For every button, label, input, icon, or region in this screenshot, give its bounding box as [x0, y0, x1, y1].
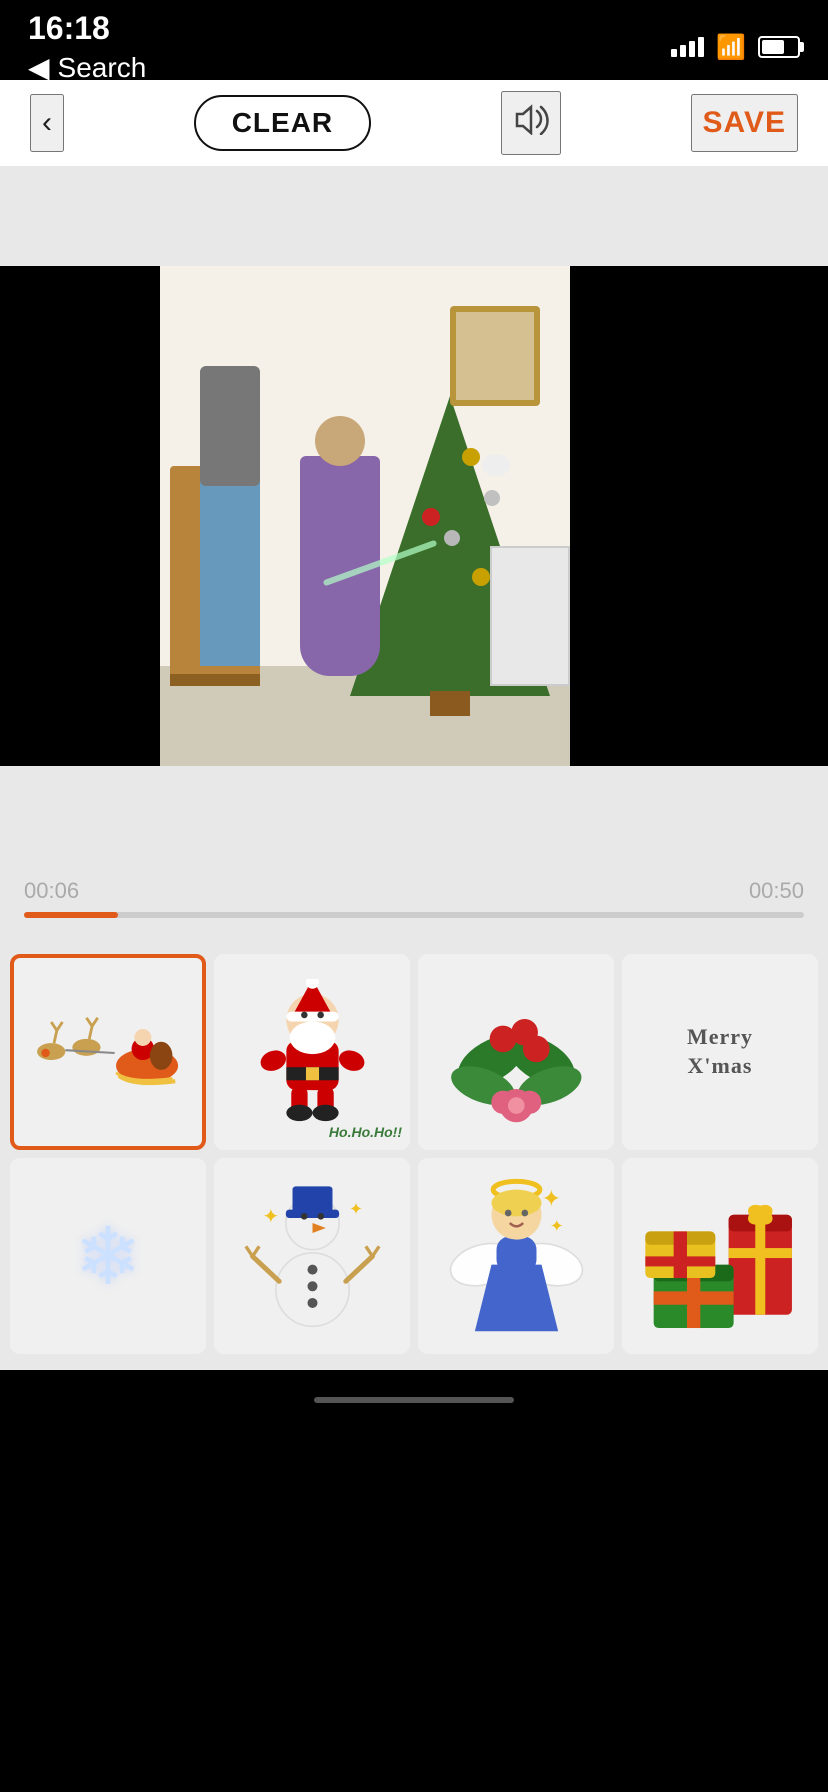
sticker-santa-sled[interactable] [10, 954, 206, 1150]
status-bar: 16:18 ◀ Search 📶 [0, 0, 828, 80]
svg-text:✦: ✦ [549, 1216, 563, 1235]
snowflake-icon: ❄ [74, 1210, 141, 1303]
sticker-snowflake[interactable]: ❄ [10, 1158, 206, 1354]
video-frame [160, 266, 570, 766]
angel-icon: ✦ ✦ [443, 1173, 590, 1340]
back-button[interactable]: ‹ [30, 94, 64, 152]
gifts-icon [637, 1178, 804, 1335]
video-bottom-area [0, 766, 828, 866]
clear-button[interactable]: CLEAR [194, 95, 371, 151]
cabinet [490, 546, 570, 686]
status-icons: 📶 [671, 33, 800, 62]
timeline-progress [24, 912, 118, 918]
bauble1 [462, 448, 480, 466]
bauble2 [484, 490, 500, 506]
status-nav: ◀ Search [28, 51, 146, 84]
bauble5 [422, 508, 440, 526]
timeline-bar[interactable] [24, 912, 804, 918]
wifi-icon: 📶 [716, 33, 746, 62]
svg-text:✦: ✦ [349, 1199, 363, 1218]
santa-hohoho-icon [239, 979, 386, 1126]
holly-icon [433, 969, 600, 1136]
sticker-panel: Ho.Ho.Ho!! [0, 938, 828, 1370]
video-player[interactable] [0, 266, 828, 766]
total-time: 00:50 [749, 878, 804, 904]
home-indicator [314, 1397, 514, 1403]
sticker-grid: Ho.Ho.Ho!! [10, 954, 818, 1354]
sticker-gifts[interactable] [622, 1158, 818, 1354]
child2-head [315, 416, 365, 466]
hohoho-text: Ho.Ho.Ho!! [329, 1124, 402, 1140]
timeline-timestamps: 00:06 00:50 [24, 866, 804, 912]
top-nav: ‹ CLEAR SAVE [0, 80, 828, 166]
signal-icon [671, 37, 704, 57]
battery-icon [758, 36, 800, 58]
sticker-holly[interactable] [418, 954, 614, 1150]
snowman-icon: ✦ ✦ [239, 1173, 386, 1340]
video-left-bar [0, 266, 160, 766]
sticker-snowman[interactable]: ✦ ✦ [214, 1158, 410, 1354]
bauble3 [444, 530, 460, 546]
timeline-area: 00:06 00:50 [0, 866, 828, 938]
sheep-ornament [482, 454, 510, 476]
video-top-area [0, 166, 828, 266]
merry-xmas-text: MerryX'mas [677, 1013, 763, 1090]
back-arrow-icon: ◀ [28, 51, 50, 84]
save-button[interactable]: SAVE [691, 94, 798, 152]
bauble4 [472, 568, 490, 586]
child1-jeans [200, 466, 260, 666]
chair-seat-top [170, 674, 260, 686]
bottom-bar [0, 1370, 828, 1430]
santa-sled-icon [23, 967, 192, 1136]
sticker-merry-xmas[interactable]: MerryX'mas [622, 954, 818, 1150]
sticker-angel[interactable]: ✦ ✦ [418, 1158, 614, 1354]
child1-shirt [200, 366, 260, 486]
speaker-icon [513, 103, 549, 135]
svg-text:✦: ✦ [262, 1206, 279, 1228]
status-time: 16:18 [28, 10, 146, 47]
current-time: 00:06 [24, 878, 79, 904]
mirror [450, 306, 540, 406]
tree-trunk [430, 691, 470, 716]
sound-button[interactable] [501, 91, 561, 155]
video-right-bar [570, 266, 828, 766]
svg-text:✦: ✦ [541, 1185, 561, 1211]
sticker-santa-hohoho[interactable]: Ho.Ho.Ho!! [214, 954, 410, 1150]
